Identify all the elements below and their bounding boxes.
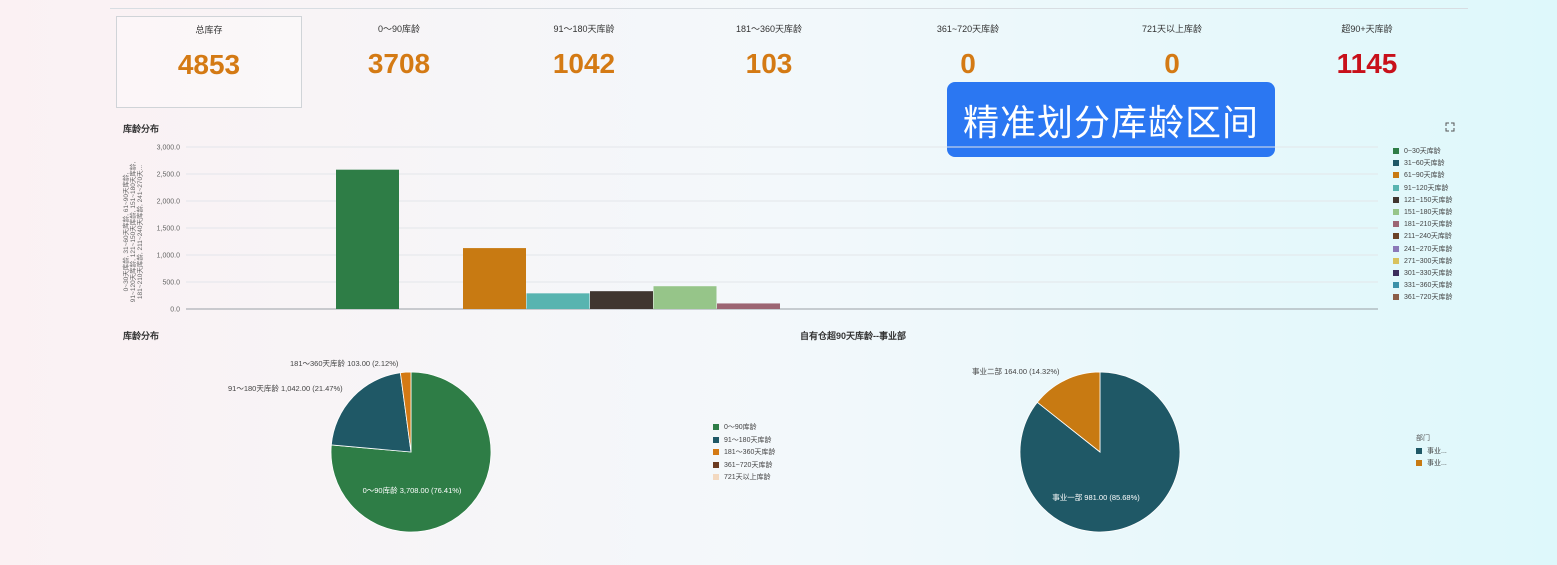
legend-swatch [1393,282,1399,289]
legend-item[interactable]: 241~270天库龄 [1393,243,1452,255]
pie-data-label: 事业一部 981.00 (85.68%) [1052,492,1140,502]
legend-label: 181~210天库龄 [1404,221,1453,229]
legend-label: 331~360天库龄 [1404,282,1453,290]
pie-data-label: 0～90库龄 3,708.00 (76.41%) [363,485,462,495]
legend-swatch [1393,148,1399,155]
legend-item[interactable]: 151~180天库龄 [1393,206,1452,218]
legend-label: 181～360天库龄 [724,449,776,457]
legend-item[interactable]: 事业... [1416,457,1447,470]
ylabel-line: 0~30天库龄, 31~60天库龄, 61~90天库龄, [121,172,130,291]
y-tick-label: 3,000.0 [157,145,180,152]
legend-item[interactable]: 271~300天库龄 [1393,255,1452,267]
pie-data-label: 181～360天库龄 103.00 (2.12%) [290,358,399,368]
legend-label: 211~240天库龄 [1404,233,1452,241]
legend-item[interactable]: 721天以上库龄 [713,471,775,484]
legend-swatch [1393,172,1399,179]
legend-label: 121~150天库龄 [1404,196,1453,204]
bar[interactable] [590,291,653,309]
legend-label: 151~180天库龄 [1404,209,1453,217]
legend-swatch [1393,160,1399,167]
legend-label: 91~120天库龄 [1404,184,1449,192]
legend-label: 271~300天库龄 [1404,257,1453,265]
legend-item[interactable]: 361~720天库龄 [713,459,775,472]
pie1-title: 库龄分布 [123,331,160,341]
legend-swatch [1393,245,1399,252]
legend-label: 61~90天库龄 [1404,172,1445,180]
legend-item[interactable]: 事业... [1416,445,1447,458]
legend-item[interactable]: 181~210天库龄 [1393,218,1452,230]
pie2-legend: 部门 事业... 事业... [1416,432,1447,470]
legend-label: 361~720天库龄 [724,461,773,469]
bar[interactable] [653,286,717,309]
legend-title: 部门 [1416,435,1430,443]
bar[interactable] [717,303,780,309]
legend-item[interactable]: 301~330天库龄 [1393,267,1452,279]
legend-label: 301~330天库龄 [1404,269,1453,277]
pie1-legend: 0～90库龄 91～180天库龄 181～360天库龄 361~720天库龄 721天以… [713,421,775,484]
legend-item[interactable]: 91～180天库龄 [713,434,775,447]
legend-swatch [1393,221,1399,228]
pie2-title: 自有仓超90天库龄--事业部 [800,331,907,341]
ylabel-line: 91~120天库龄, 121~150天库龄, 151~180天库龄, [128,162,137,303]
legend-label: 361~720天库龄 [1404,294,1453,302]
legend-swatch [1393,269,1399,276]
y-tick-label: 1,500.0 [157,226,180,233]
y-tick-label: 1,000.0 [157,253,180,260]
legend-swatch [1416,447,1422,454]
legend-item[interactable]: 0～90库龄 [713,421,775,434]
legend-swatch [713,474,719,481]
pie-data-label: 事业二部 164.00 (14.32%) [972,366,1060,376]
legend-swatch [1393,294,1399,301]
legend-swatch [713,424,719,431]
legend-label: 事业... [1427,447,1447,455]
legend-label: 241~270天库龄 [1404,245,1453,253]
pie-chart-dept: 事业一部 981.00 (85.68%) 事业二部 164.00 (14.32%) [972,366,1181,533]
legend-swatch [1393,184,1399,191]
legend-label: 91～180天库龄 [724,436,772,444]
pie-slice[interactable] [330,372,412,453]
legend-item[interactable]: 181～360天库龄 [713,446,775,459]
legend-swatch [1416,460,1422,467]
legend-swatch [1393,233,1399,240]
bar[interactable] [463,248,526,309]
legend-swatch [713,436,719,443]
legend-item[interactable]: 361~720天库龄 [1393,291,1452,303]
legend-item[interactable]: 61~90天库龄 [1393,169,1452,181]
bar[interactable] [526,293,590,309]
legend-swatch [1393,209,1399,216]
y-tick-label: 500.0 [162,280,180,287]
legend-swatch [1393,257,1399,264]
ylabel-line: 181~210天库龄, 211~240天库龄, 241~270天... [135,165,144,299]
legend-swatch [713,461,719,468]
legend-label: 0~30天库龄 [1404,148,1441,156]
bar[interactable] [336,169,399,309]
pie-data-label: 91～180天库龄 1,042.00 (21.47%) [228,383,343,393]
y-tick-label: 2,000.0 [157,199,180,206]
legend-item[interactable]: 331~360天库龄 [1393,279,1452,291]
bar-chart-ylabel: 0~30天库龄, 31~60天库龄, 61~90天库龄, 91~120天库龄, … [121,162,144,303]
y-tick-label: 0.0 [170,307,180,314]
legend-item[interactable]: 31~60天库龄 [1393,157,1452,169]
y-tick-label: 2,500.0 [157,172,180,179]
legend-item[interactable]: 91~120天库龄 [1393,182,1452,194]
legend-label: 事业... [1427,460,1447,468]
bar-chart: 0.0 500.0 1,000.0 1,500.0 2,000.0 2,500.0 3,00… [121,145,1378,314]
legend-label: 31~60天库龄 [1404,160,1445,168]
legend-label: 721天以上库龄 [724,474,771,482]
legend-item[interactable]: 121~150天库龄 [1393,194,1452,206]
legend-item[interactable]: 211~240天库龄 [1393,230,1452,242]
legend-label: 0～90库龄 [724,424,757,432]
bar-chart-legend: 0~30天库龄 31~60天库龄 61~90天库龄 91~120天库龄 121~150天… [1393,145,1452,303]
pie-chart-age: 0～90库龄 3,708.00 (76.41%) 91～180天库龄 1,042.… [228,358,492,533]
legend-swatch [713,449,719,456]
legend-swatch [1393,196,1399,203]
legend-item[interactable]: 0~30天库龄 [1393,145,1452,157]
